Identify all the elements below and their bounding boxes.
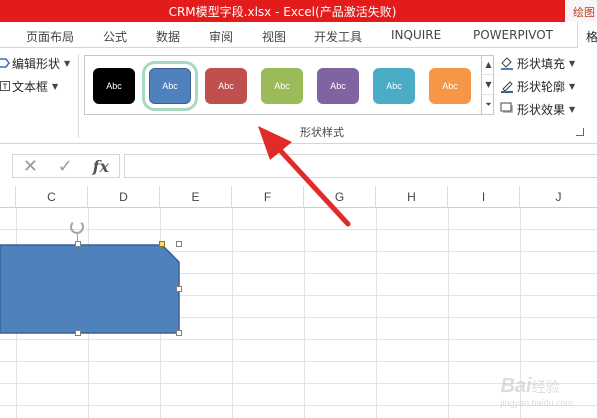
baidu-watermark: Bai经验 jingyan.baidu.com	[500, 375, 573, 408]
annotation-arrow	[258, 126, 351, 227]
